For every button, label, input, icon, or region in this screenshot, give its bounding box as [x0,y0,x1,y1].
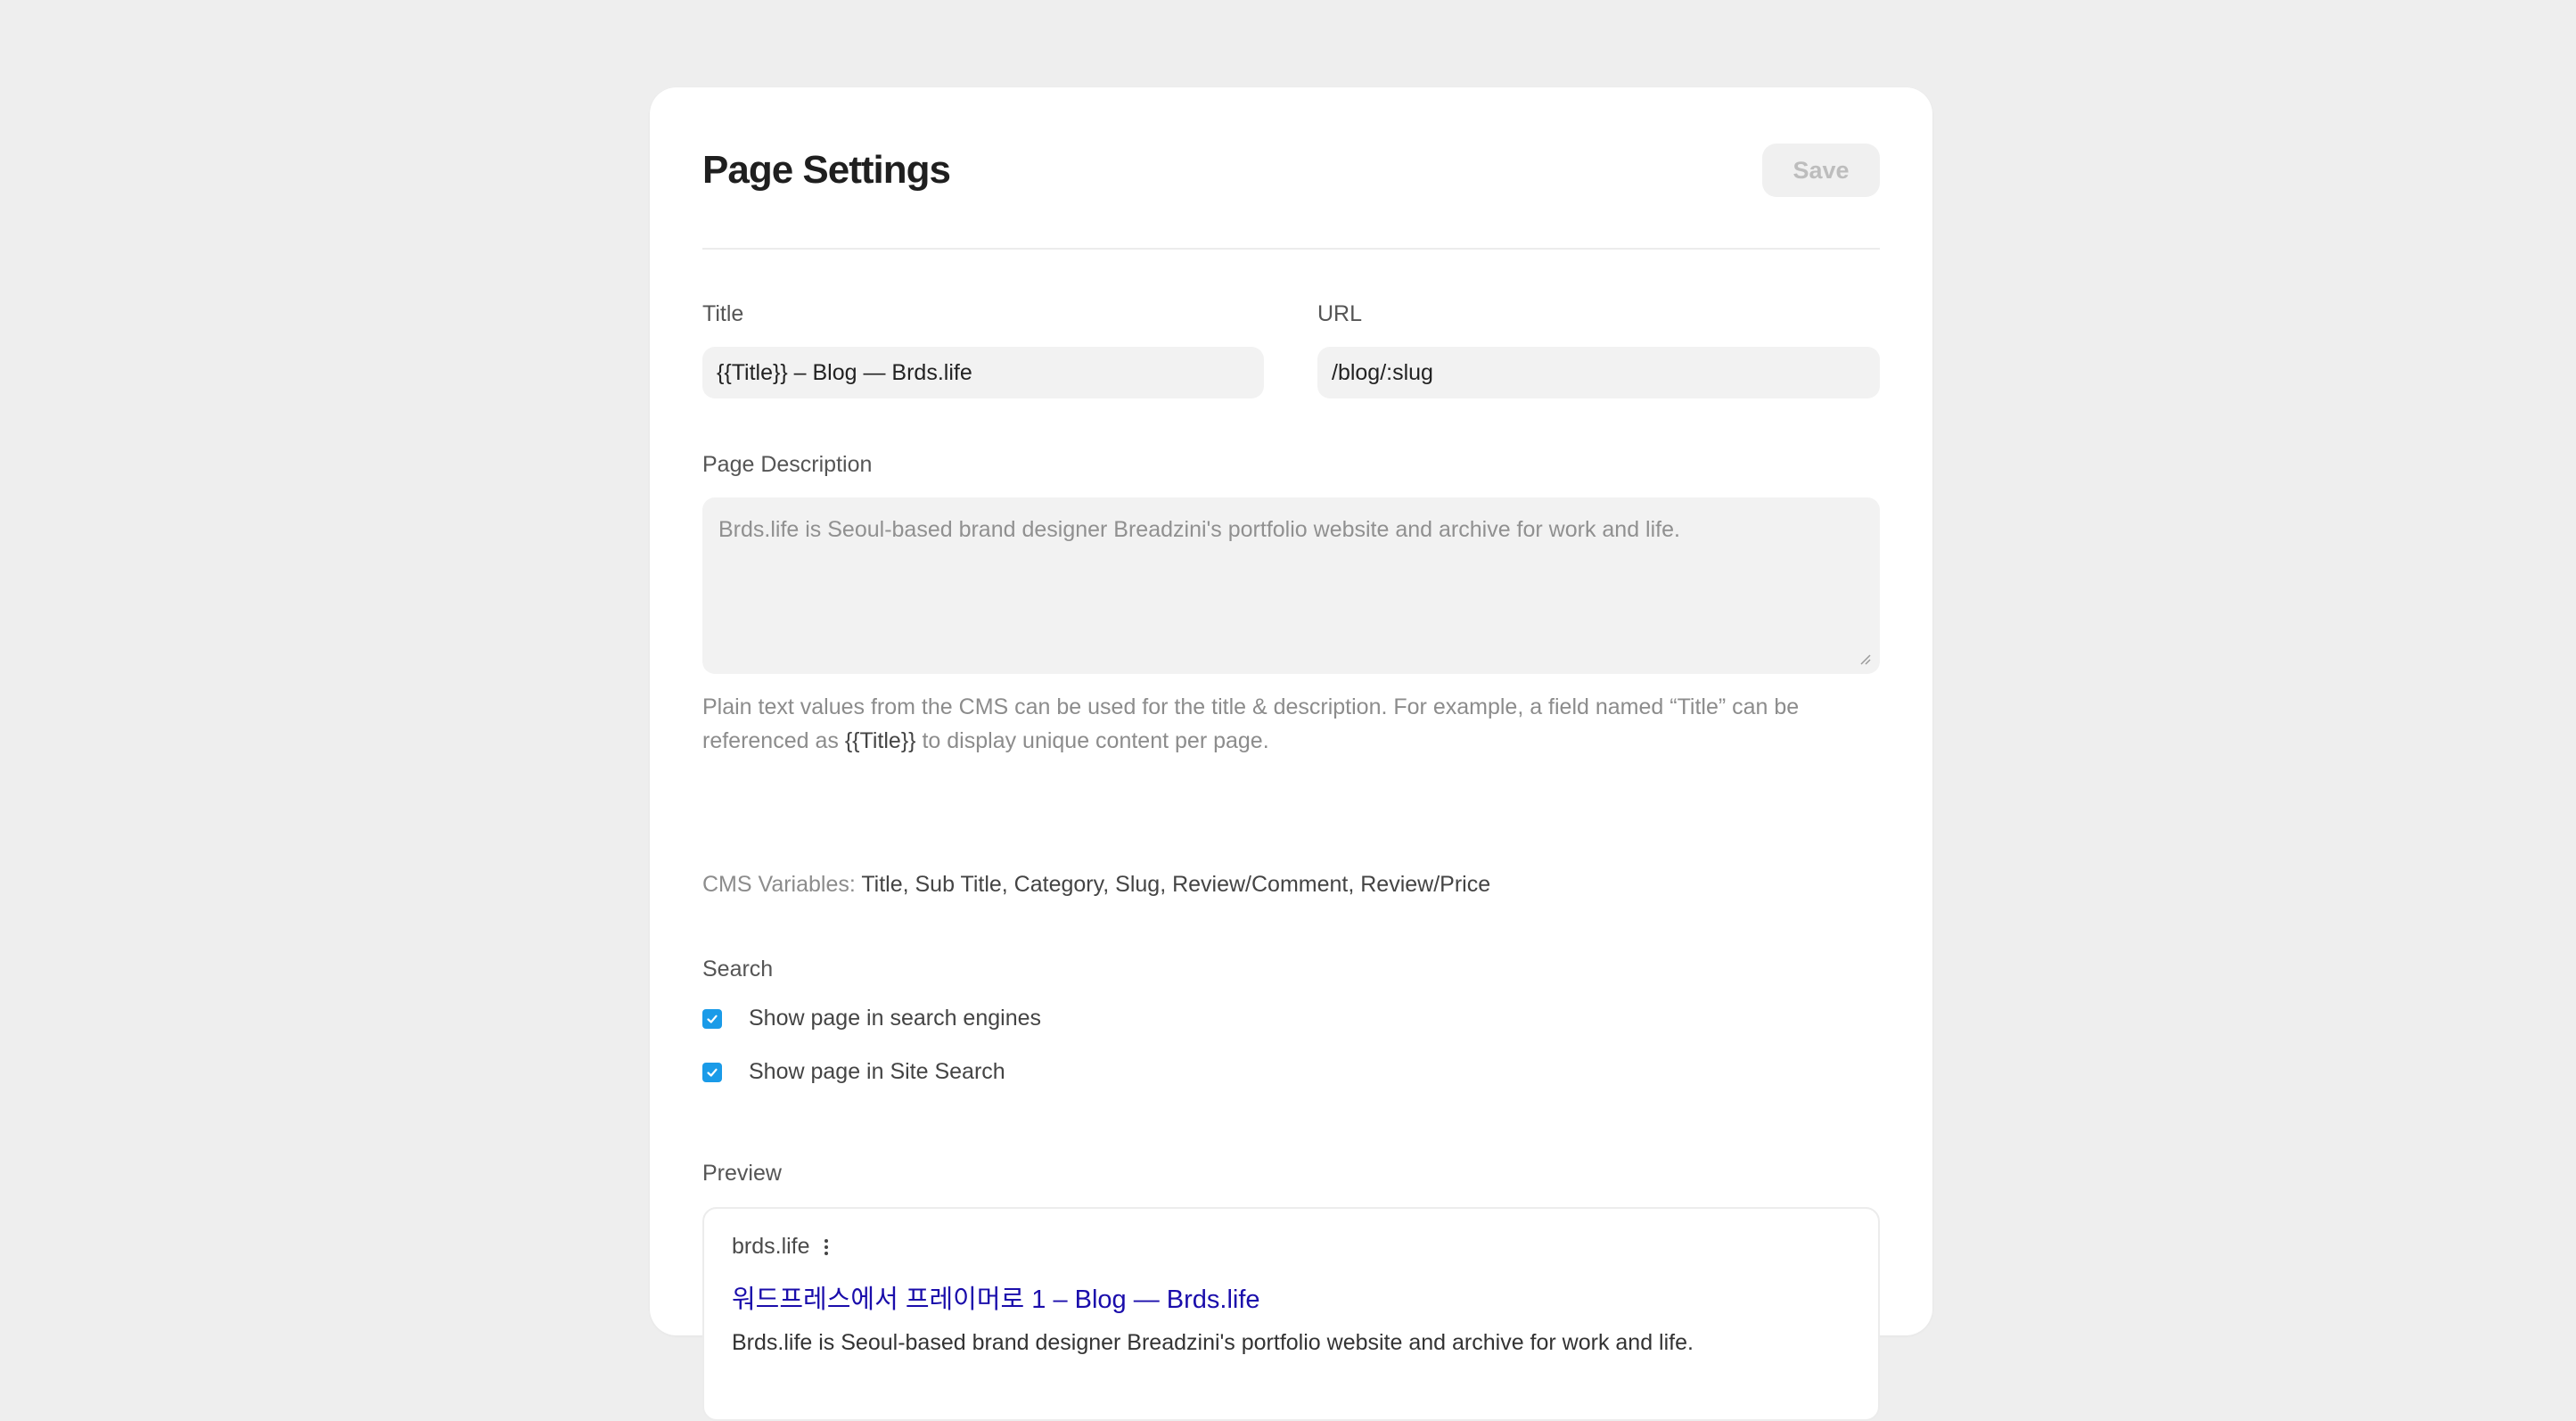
cms-variables-list: Title, Sub Title, Category, Slug, Review… [861,872,1491,897]
preview-title[interactable]: 워드프레스에서 프레이머로 1 – Blog — Brds.life [732,1278,1260,1316]
cms-variables-label: CMS Variables: [702,872,862,897]
search-label: Search [702,957,774,982]
preview-description: Brds.life is Seoul-based brand designer … [732,1330,1694,1355]
title-input[interactable]: {{Title}} – Blog — Brds.life [702,347,1264,398]
search-preview: brds.life 워드프레스에서 프레이머로 1 – Blog — Brds.… [702,1207,1880,1421]
help-code-example: {{Title}} [844,728,916,753]
divider [702,248,1880,250]
preview-site: brds.life [732,1234,828,1260]
search-engines-checkbox[interactable] [702,1008,722,1029]
page-description-placeholder: Brds.life is Seoul-based brand designer … [718,517,1680,542]
help-text-part: to display unique content per page. [915,728,1269,753]
header: Page Settings Save [702,143,1880,198]
page-description-textarea[interactable]: Brds.life is Seoul-based brand designer … [702,497,1880,674]
site-search-option[interactable]: Show page in Site Search [702,1059,1005,1085]
title-label: Title [702,301,744,326]
page-settings-card: Page Settings Save Title {{Title}} – Blo… [650,87,1932,1421]
resize-grip-icon[interactable] [1858,653,1871,665]
preview-site-name: brds.life [732,1234,810,1259]
url-label: URL [1317,301,1363,326]
preview-label: Preview [702,1161,782,1186]
cms-variables: CMS Variables: Title, Sub Title, Categor… [702,872,1490,898]
more-options-icon[interactable] [824,1238,828,1255]
site-search-option-label: Show page in Site Search [749,1059,1005,1084]
search-engines-option[interactable]: Show page in search engines [702,1006,1041,1031]
save-button[interactable]: Save [1762,144,1880,197]
search-engines-option-label: Show page in search engines [749,1006,1042,1031]
url-input[interactable]: /blog/:slug [1317,347,1880,398]
page-description-label: Page Description [702,452,873,477]
page-title: Page Settings [702,148,951,192]
site-search-checkbox[interactable] [702,1062,722,1082]
help-text: Plain text values from the CMS can be us… [702,690,1880,758]
checkmark-icon [707,1068,718,1077]
checkmark-icon [707,1014,718,1023]
